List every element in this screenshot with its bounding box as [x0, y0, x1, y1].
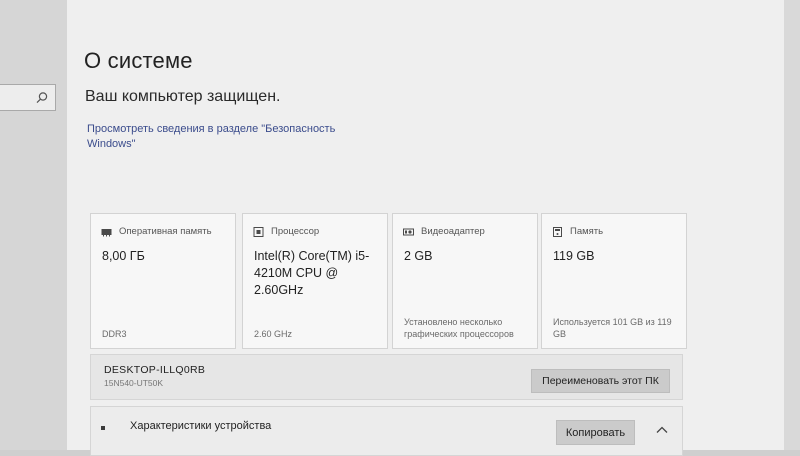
card-subtext: DDR3 — [102, 329, 127, 339]
card-label: Память — [570, 226, 604, 237]
card-subtext: Используется 101 GB из 119 GB — [553, 317, 672, 339]
section-title: Характеристики устройства — [130, 420, 272, 432]
card-value: 8,00 ГБ — [102, 249, 145, 263]
spec-card-processor: Процессор Intel(R) Core(TM) i5-4210M CPU… — [242, 213, 388, 349]
card-value: Intel(R) Core(TM) i5-4210M CPU @ 2.60GHz — [254, 249, 370, 297]
card-subtext: Установлено несколько графических процес… — [404, 317, 514, 339]
card-header: Процессор — [253, 226, 319, 237]
search-input[interactable] — [0, 84, 56, 111]
card-value: 2 GB — [404, 249, 433, 263]
search-icon[interactable] — [34, 90, 50, 106]
security-details-link[interactable]: Просмотреть сведения в разделе "Безопасн… — [87, 122, 347, 152]
spec-card-ram: Оперативная память 8,00 ГБ DDR3 — [90, 213, 236, 349]
card-label: Оперативная память — [119, 226, 212, 237]
card-header: Память — [552, 226, 603, 237]
chevron-up-icon[interactable] — [655, 425, 669, 435]
device-model: 15N540-UT50K — [104, 378, 164, 388]
protection-status: Ваш компьютер защищен. — [85, 88, 281, 105]
video-adapter-icon — [403, 228, 414, 235]
copy-button[interactable]: Копировать — [556, 420, 635, 445]
main-content: О системе Ваш компьютер защищен. Просмот… — [67, 0, 800, 456]
page-title: О системе — [84, 48, 193, 73]
card-label: Процессор — [271, 226, 320, 237]
card-value: 119 GB — [553, 249, 595, 263]
spec-card-storage: Память 119 GB Используется 101 GB из 119… — [541, 213, 687, 349]
device-name: DESKTOP-ILLQ0RB — [104, 364, 206, 376]
storage-icon — [553, 226, 562, 237]
spec-card-video-adapter: Видеоадаптер 2 GB Установлено несколько … — [392, 213, 538, 349]
card-header: Видеоадаптер — [403, 226, 485, 237]
card-subtext: 2.60 GHz — [254, 329, 293, 339]
card-label: Видеоадаптер — [421, 226, 485, 237]
rename-pc-button[interactable]: Переименовать этот ПК — [531, 369, 670, 393]
section-marker-icon — [101, 426, 105, 430]
sidebar — [0, 0, 67, 450]
memory-icon — [101, 228, 112, 236]
window-edge — [784, 0, 800, 450]
processor-icon — [253, 226, 264, 237]
device-characteristics-section: Характеристики устройства Копировать — [90, 406, 683, 456]
card-header: Оперативная память — [101, 226, 212, 237]
device-name-row: DESKTOP-ILLQ0RB 15N540-UT50K Переименова… — [90, 354, 683, 400]
